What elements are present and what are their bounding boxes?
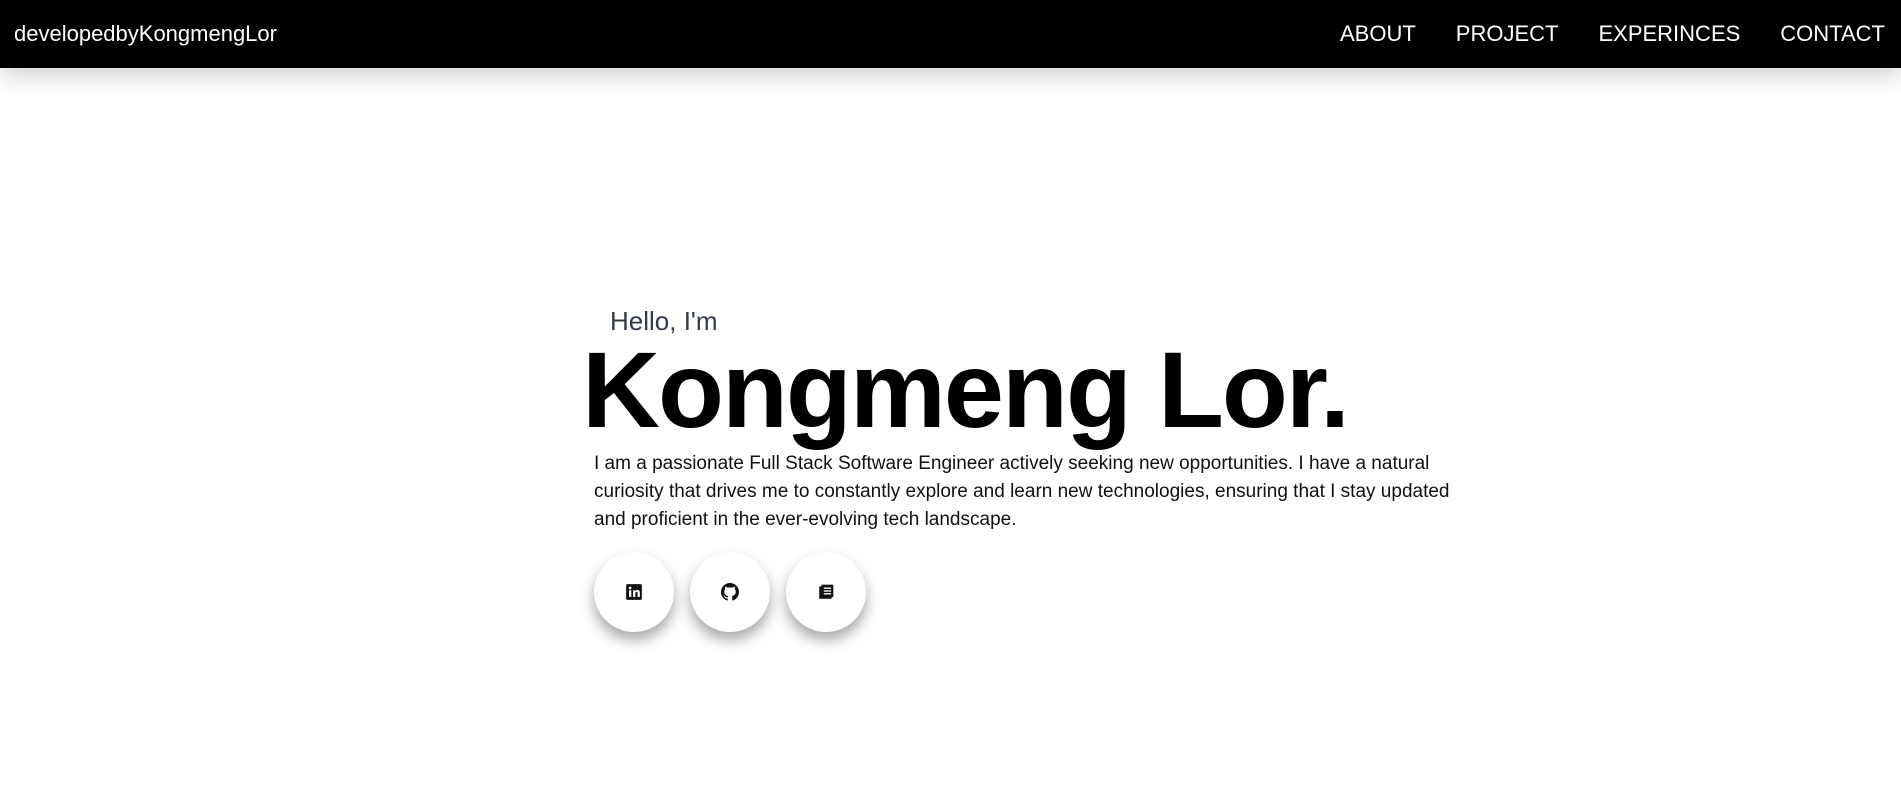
- hero-name: Kongmeng Lor.: [582, 329, 1350, 450]
- github-button[interactable]: [690, 552, 770, 632]
- linkedin-button[interactable]: [594, 552, 674, 632]
- nav-links: ABOUT PROJECT EXPERINCES CONTACT: [1300, 21, 1885, 47]
- github-icon: [721, 583, 739, 601]
- resume-button[interactable]: [786, 552, 866, 632]
- hero-bio: I am a passionate Full Stack Software En…: [594, 453, 1450, 530]
- nav-link-contact[interactable]: CONTACT: [1780, 21, 1885, 47]
- navbar: developedbyKongmengLor ABOUT PROJECT EXP…: [0, 0, 1901, 68]
- social-links: [594, 552, 882, 632]
- linkedin-icon: [626, 584, 642, 600]
- nav-link-project[interactable]: PROJECT: [1456, 21, 1559, 47]
- resume-icon: [819, 584, 834, 599]
- nav-link-about[interactable]: ABOUT: [1340, 21, 1416, 47]
- nav-link-experinces[interactable]: EXPERINCES: [1598, 21, 1740, 47]
- brand-logo[interactable]: developedbyKongmengLor: [14, 21, 277, 47]
